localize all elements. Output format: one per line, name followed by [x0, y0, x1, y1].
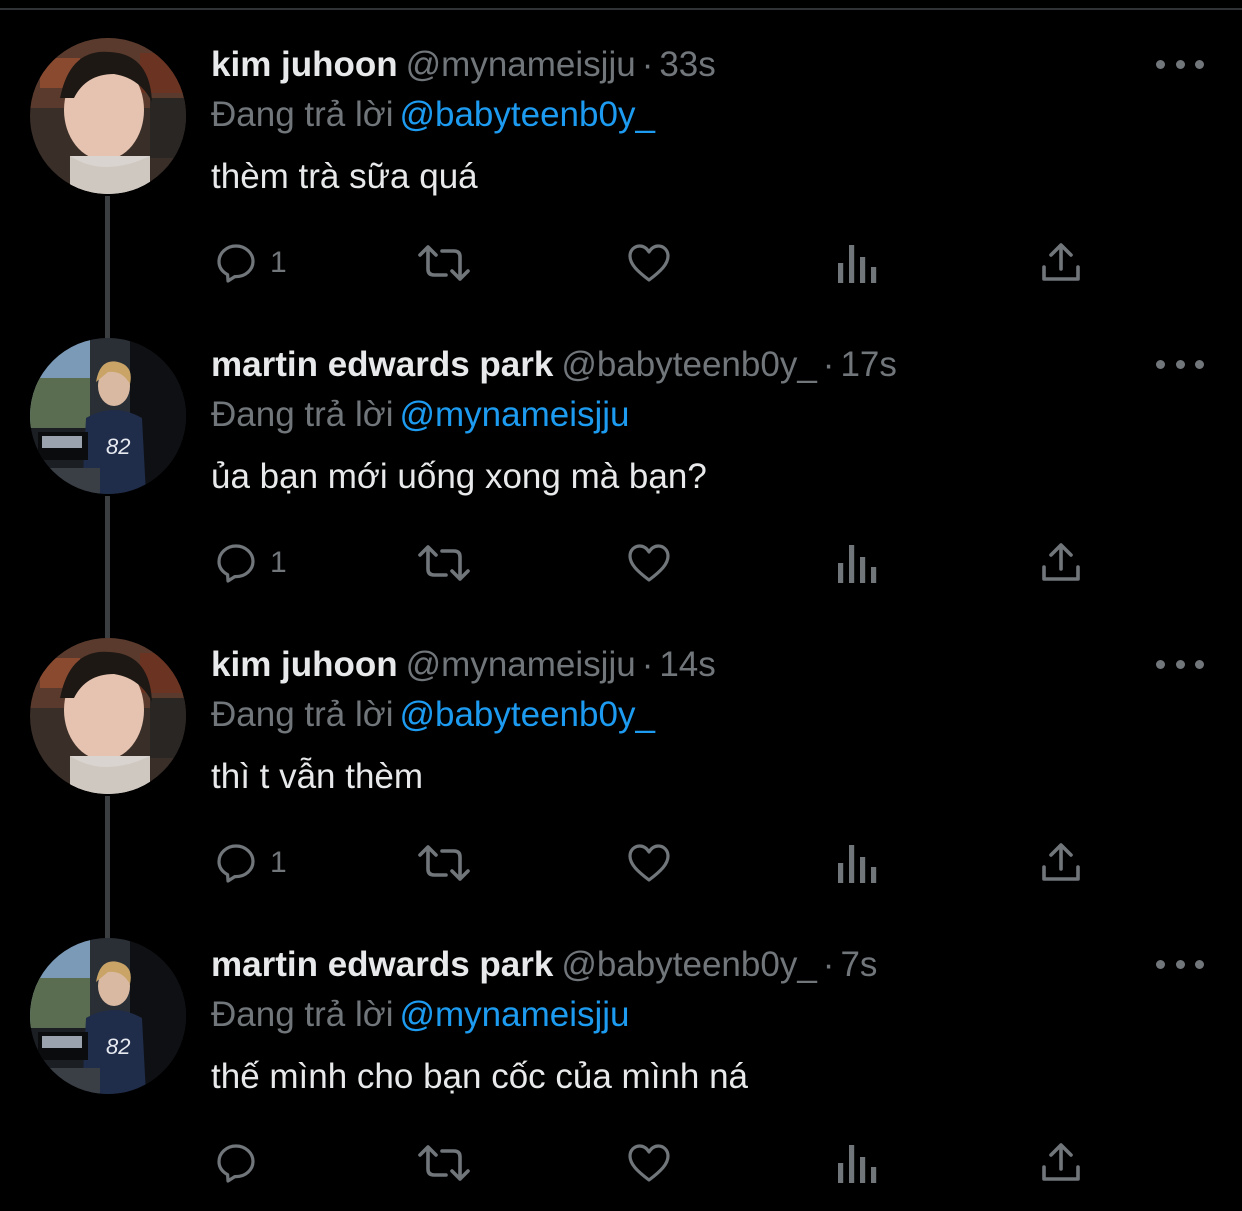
timestamp[interactable]: 7s — [840, 945, 877, 984]
avatar[interactable] — [30, 38, 186, 194]
share-icon — [1042, 1143, 1080, 1181]
replying-to: Đang trả lời @mynameisjju — [211, 394, 630, 436]
username[interactable]: @mynameisjju — [406, 645, 636, 684]
like-icon — [628, 844, 670, 882]
retweet-icon — [418, 845, 470, 881]
reply-icon — [217, 844, 255, 883]
views-button[interactable] — [834, 835, 878, 891]
reply-button[interactable]: 1 — [212, 535, 287, 591]
tweet-text: thèm trà sữa quá — [211, 157, 478, 196]
reply-icon — [217, 544, 255, 583]
views-icon — [838, 845, 877, 883]
reply-button[interactable] — [212, 1135, 270, 1191]
retweet-button[interactable] — [416, 535, 472, 591]
tweet[interactable]: kim juhoon @mynameisjju · 33s Đang trả lời @… — [0, 0, 1242, 338]
views-icon — [838, 245, 877, 283]
reply-button[interactable]: 1 — [212, 835, 287, 891]
avatar[interactable] — [30, 638, 186, 794]
views-button[interactable] — [834, 535, 878, 591]
mention-link[interactable]: @babyteenb0y_ — [399, 695, 654, 734]
share-button[interactable] — [1038, 535, 1084, 591]
share-button[interactable] — [1038, 1135, 1084, 1191]
svg-text:82: 82 — [106, 1034, 130, 1059]
replying-to: Đang trả lời @babyteenb0y_ — [211, 694, 655, 736]
retweet-button[interactable] — [416, 835, 472, 891]
username[interactable]: @mynameisjju — [406, 45, 636, 84]
share-icon — [1042, 543, 1080, 581]
separator-dot: · — [641, 645, 654, 684]
views-button[interactable] — [834, 235, 878, 291]
retweet-icon — [418, 1145, 470, 1181]
tweet[interactable]: 82 martin edwards park @babyteenb0y_ · 17s … — [0, 300, 1242, 638]
display-name[interactable]: martin edwards park — [211, 345, 553, 384]
tweet-text: ủa bạn mới uống xong mà bạn? — [211, 457, 707, 496]
tweet-header: kim juhoon @mynameisjju · 14s — [211, 644, 716, 686]
replying-label: Đang trả lời — [211, 95, 394, 134]
mention-link[interactable]: @mynameisjju — [399, 395, 629, 434]
display-name[interactable]: martin edwards park — [211, 945, 553, 984]
replying-to: Đang trả lời @mynameisjju — [211, 994, 630, 1036]
mention-link[interactable]: @babyteenb0y_ — [399, 95, 654, 134]
share-button[interactable] — [1038, 235, 1084, 291]
tweet-text: thế mình cho bạn cốc của mình ná — [211, 1057, 748, 1096]
tweet-header: martin edwards park @babyteenb0y_ · 17s — [211, 344, 897, 386]
retweet-icon — [418, 545, 470, 581]
tweet-actions — [0, 1135, 1242, 1191]
share-icon — [1042, 843, 1080, 881]
share-button[interactable] — [1038, 835, 1084, 891]
views-icon — [838, 545, 877, 583]
reply-icon — [217, 244, 255, 283]
like-icon — [628, 244, 670, 282]
reply-count: 1 — [270, 846, 287, 879]
svg-text:82: 82 — [106, 434, 130, 459]
replying-label: Đang trả lời — [211, 395, 394, 434]
timestamp[interactable]: 17s — [840, 345, 896, 384]
like-button[interactable] — [625, 235, 673, 291]
retweet-button[interactable] — [416, 235, 472, 291]
like-icon — [628, 544, 670, 582]
more-icon[interactable] — [1156, 50, 1204, 78]
tweet-header: kim juhoon @mynameisjju · 33s — [211, 44, 716, 86]
timestamp[interactable]: 33s — [659, 45, 715, 84]
tweet-text: thì t vẫn thèm — [211, 757, 424, 796]
like-button[interactable] — [625, 1135, 673, 1191]
reply-icon — [217, 1144, 255, 1183]
username[interactable]: @babyteenb0y_ — [561, 345, 816, 384]
tweet[interactable]: 82 martin edwards park @babyteenb0y_ · 7s Đ… — [0, 900, 1242, 1200]
retweet-icon — [418, 245, 470, 281]
username[interactable]: @babyteenb0y_ — [561, 945, 816, 984]
like-icon — [628, 1144, 670, 1182]
more-icon[interactable] — [1156, 650, 1204, 678]
tweet-header: martin edwards park @babyteenb0y_ · 7s — [211, 944, 877, 986]
separator-dot: · — [641, 45, 654, 84]
share-icon — [1042, 243, 1080, 281]
tweet-actions: 1 — [0, 235, 1242, 291]
tweet[interactable]: kim juhoon @mynameisjju · 14s Đang trả lời @… — [0, 600, 1242, 938]
replying-label: Đang trả lời — [211, 695, 394, 734]
replying-label: Đang trả lời — [211, 995, 394, 1034]
reply-count: 1 — [270, 546, 287, 579]
separator-dot: · — [822, 945, 835, 984]
timestamp[interactable]: 14s — [659, 645, 715, 684]
like-button[interactable] — [625, 835, 673, 891]
display-name[interactable]: kim juhoon — [211, 645, 398, 684]
separator-dot: · — [822, 345, 835, 384]
more-icon[interactable] — [1156, 350, 1204, 378]
views-button[interactable] — [834, 1135, 878, 1191]
replying-to: Đang trả lời @babyteenb0y_ — [211, 94, 655, 136]
tweet-actions: 1 — [0, 535, 1242, 591]
reply-count: 1 — [270, 246, 287, 279]
reply-button[interactable]: 1 — [212, 235, 287, 291]
avatar[interactable]: 82 — [30, 938, 186, 1094]
like-button[interactable] — [625, 535, 673, 591]
avatar[interactable]: 82 — [30, 338, 186, 494]
tweet-actions: 1 — [0, 835, 1242, 891]
retweet-button[interactable] — [416, 1135, 472, 1191]
more-icon[interactable] — [1156, 950, 1204, 978]
views-icon — [838, 1145, 877, 1183]
display-name[interactable]: kim juhoon — [211, 45, 398, 84]
mention-link[interactable]: @mynameisjju — [399, 995, 629, 1034]
